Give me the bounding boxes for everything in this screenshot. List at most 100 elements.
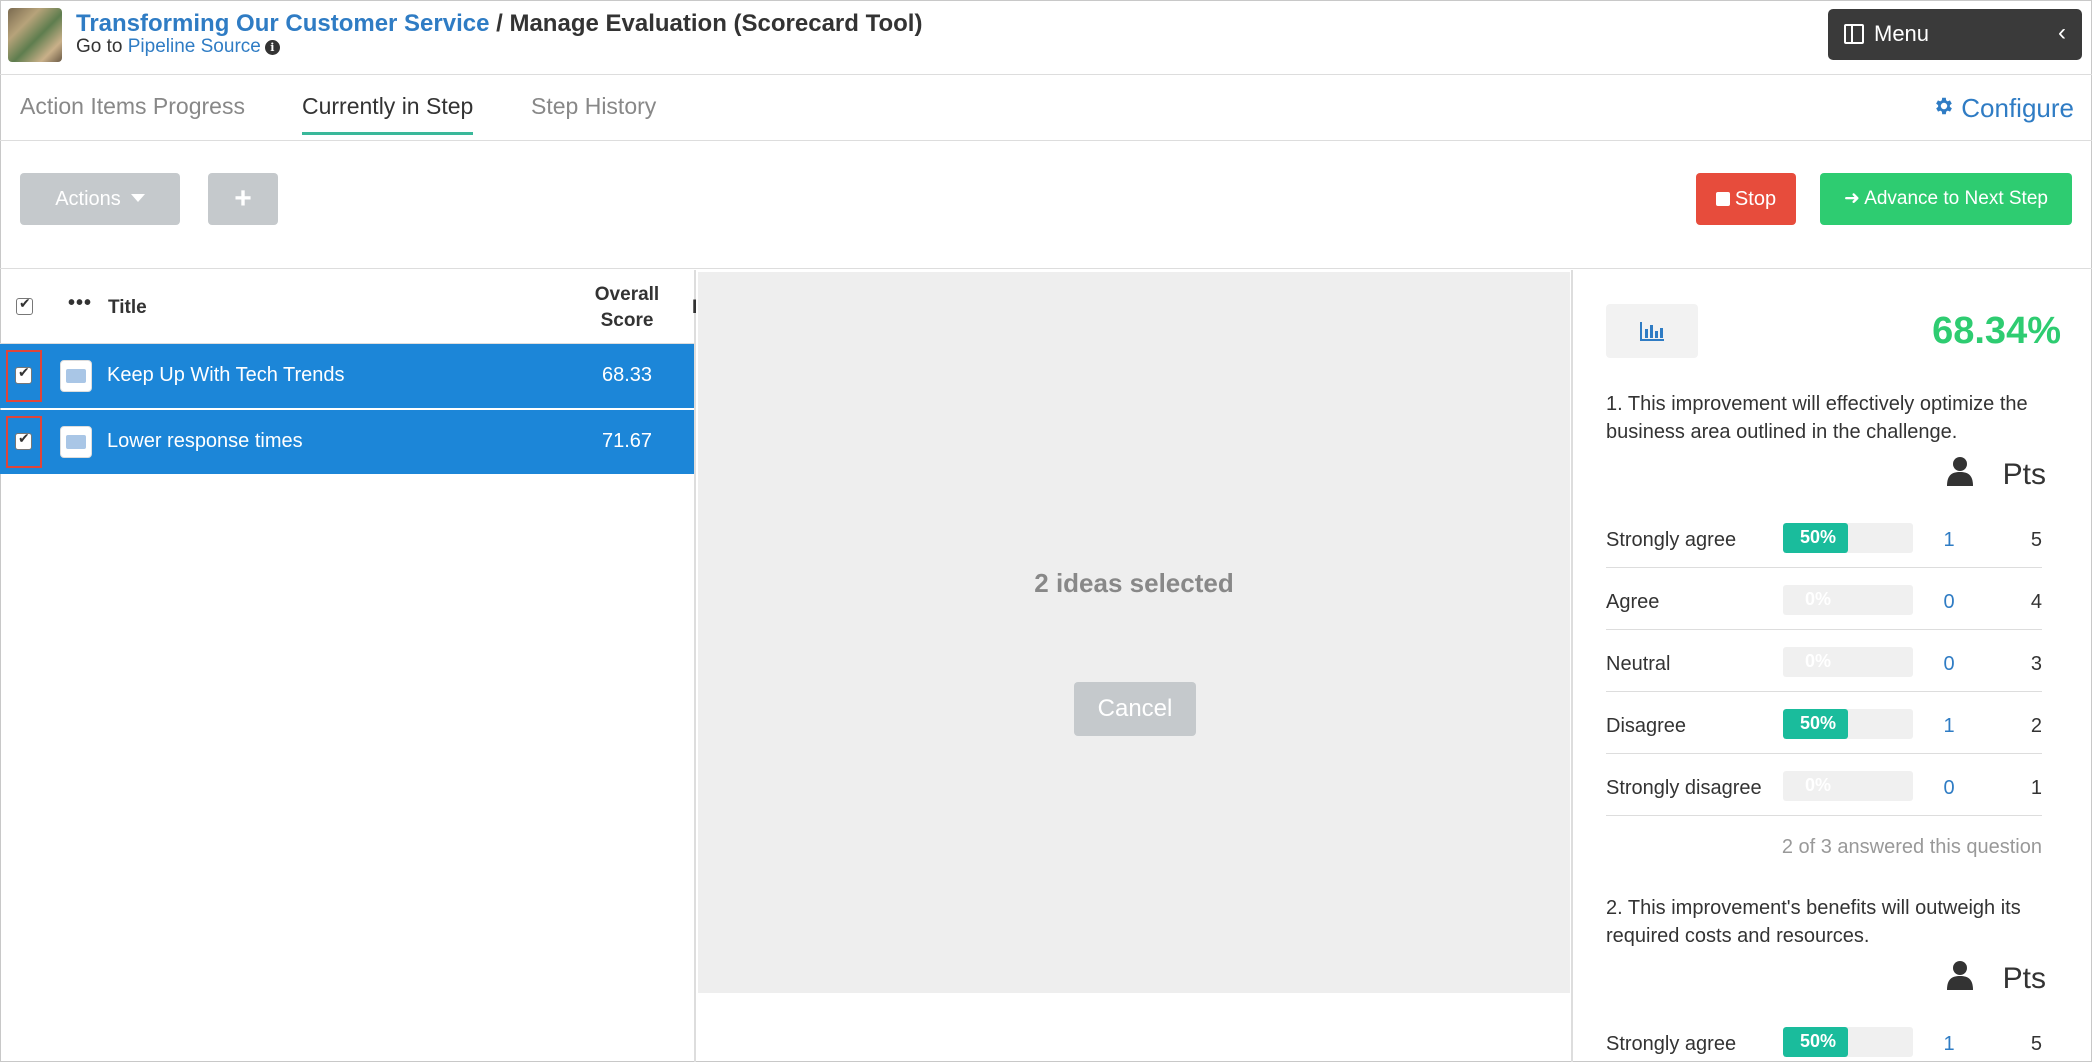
actions-dropdown-button[interactable]: Actions xyxy=(20,173,180,225)
toolbar: Actions + Stop ➜ Advance to Next Step xyxy=(0,141,2092,269)
stop-label: Stop xyxy=(1734,188,1777,210)
actions-label: Actions xyxy=(55,188,121,210)
option-points: 5 xyxy=(2030,1033,2042,1055)
tab-currently-in-step[interactable]: Currently in Step xyxy=(302,93,474,135)
select-all-checkbox[interactable] xyxy=(16,296,33,315)
table-row[interactable]: Lower response times 71.67 xyxy=(0,410,694,474)
score-header-line1: Overall xyxy=(594,284,660,305)
pipeline-source-link[interactable]: Pipeline Source xyxy=(128,36,261,57)
tab-action-items-progress[interactable]: Action Items Progress xyxy=(20,93,245,132)
question-text: 1. This improvement will effectively opt… xyxy=(1606,393,2028,443)
option-percent: 0% xyxy=(1804,775,1831,795)
answered-summary: 2 of 3 answered this question xyxy=(1781,836,2042,858)
option-count-link[interactable]: 0 xyxy=(1934,777,1964,800)
column-header-title[interactable]: Title xyxy=(108,297,147,319)
advance-label: Advance to Next Step xyxy=(1864,188,2048,209)
menu-label: Menu xyxy=(1874,21,1930,46)
pts-header: Pts xyxy=(2002,962,2046,995)
answer-option: Strongly disagree 0% 0 1 xyxy=(1606,754,2042,816)
answer-option: Disagree 50% 1 2 xyxy=(1606,692,2042,754)
option-percent: 50% xyxy=(1799,1031,1837,1051)
option-label: Strongly agree xyxy=(1606,1033,1737,1055)
question-columns-header: Pts xyxy=(1606,960,2046,1002)
option-points: 5 xyxy=(2030,529,2042,551)
ideas-list: ••• Title Overall Score I Keep Up With T… xyxy=(0,270,698,1062)
answer-option: Agree 0% 0 4 xyxy=(1606,568,2042,630)
challenge-logo xyxy=(8,8,62,62)
info-icon[interactable]: i xyxy=(264,40,280,55)
bar-chart-icon xyxy=(1640,322,1664,341)
option-progress-bar: 0% xyxy=(1783,585,1913,615)
page-header: Transforming Our Customer Service / Mana… xyxy=(0,0,2092,75)
configure-label: Configure xyxy=(1961,93,2074,123)
option-label: Agree xyxy=(1606,591,1660,613)
title-separator: / xyxy=(489,10,510,37)
menu-button[interactable]: Menu ‹ xyxy=(1828,9,2082,60)
option-percent: 50% xyxy=(1799,713,1837,733)
option-points: 1 xyxy=(2030,777,2042,799)
user-icon xyxy=(1947,961,1973,990)
option-percent: 0% xyxy=(1804,651,1831,671)
option-count-link[interactable]: 0 xyxy=(1934,653,1964,676)
option-label: Neutral xyxy=(1606,653,1671,675)
question-columns-header: Pts xyxy=(1606,456,2046,498)
option-percent: 0% xyxy=(1804,589,1831,609)
option-label: Disagree xyxy=(1606,715,1687,737)
row-score: 71.67 xyxy=(601,430,653,452)
option-percent: 50% xyxy=(1799,527,1837,547)
option-label: Strongly disagree xyxy=(1606,777,1762,799)
chart-toggle-button[interactable] xyxy=(1606,304,1698,358)
row-title[interactable]: Keep Up With Tech Trends xyxy=(107,364,345,387)
caret-down-icon xyxy=(130,194,145,202)
advance-next-step-button[interactable]: ➜ Advance to Next Step xyxy=(1820,173,2072,225)
list-header: ••• Title Overall Score I xyxy=(0,270,698,344)
row-checkbox[interactable] xyxy=(15,431,32,450)
more-options-icon[interactable]: ••• xyxy=(68,292,92,315)
row-checkbox[interactable] xyxy=(15,365,32,384)
row-title[interactable]: Lower response times xyxy=(107,430,303,453)
tab-step-history[interactable]: Step History xyxy=(531,93,656,132)
scorecard-panel: 68.34% 1. This improvement will effectiv… xyxy=(1571,270,2092,1062)
goto-line: Go to Pipeline Source i xyxy=(76,36,280,58)
selection-panel: 2 ideas selected Cancel xyxy=(698,272,1570,993)
goto-prefix: Go to xyxy=(76,36,128,57)
user-icon xyxy=(1947,457,1973,486)
tab-bar: Action Items Progress Currently in Step … xyxy=(0,75,2092,141)
idea-thumbnail xyxy=(60,360,92,392)
configure-link[interactable]: Configure xyxy=(1933,93,2074,124)
option-points: 3 xyxy=(2030,653,2042,675)
page-title-text: Manage Evaluation (Scorecard Tool) xyxy=(509,10,923,37)
stop-button[interactable]: Stop xyxy=(1696,173,1796,225)
stop-icon xyxy=(1715,192,1730,206)
row-score: 68.33 xyxy=(601,364,653,386)
option-points: 2 xyxy=(2030,715,2042,737)
pts-header: Pts xyxy=(2002,458,2046,491)
column-header-overall-score[interactable]: Overall Score xyxy=(582,282,672,334)
challenge-title-link[interactable]: Transforming Our Customer Service xyxy=(76,10,489,37)
option-count-link[interactable]: 0 xyxy=(1934,591,1964,614)
answer-option: Strongly agree 50% 1 5 xyxy=(1606,506,2042,568)
cancel-button[interactable]: Cancel xyxy=(1074,682,1196,736)
option-progress-bar: 50% xyxy=(1783,709,1913,739)
gear-icon xyxy=(1936,97,1953,115)
option-progress-bar: 0% xyxy=(1783,771,1913,801)
option-label: Strongly agree xyxy=(1606,529,1737,551)
answer-option: Strongly agree 50% 1 5 xyxy=(1606,1010,2042,1062)
page-title: Transforming Our Customer Service / Mana… xyxy=(76,10,922,38)
option-count-link[interactable]: 1 xyxy=(1934,529,1964,552)
chevron-left-icon: ‹ xyxy=(2058,19,2066,46)
sidebar-panel-icon xyxy=(1844,24,1864,44)
arrow-right-icon: ➜ xyxy=(1844,188,1865,209)
table-row[interactable]: Keep Up With Tech Trends 68.33 xyxy=(0,344,694,408)
overall-score-percent: 68.34% xyxy=(1932,310,2061,352)
option-progress-bar: 50% xyxy=(1783,523,1913,553)
option-count-link[interactable]: 1 xyxy=(1934,715,1964,738)
score-header-line2: Score xyxy=(600,310,654,331)
column-header-truncated: I xyxy=(692,297,698,318)
selection-count-text: 2 ideas selected xyxy=(1034,568,1234,598)
add-button[interactable]: + xyxy=(208,173,278,225)
option-progress-bar: 50% xyxy=(1783,1027,1913,1057)
option-points: 4 xyxy=(2030,591,2042,613)
option-progress-bar: 0% xyxy=(1783,647,1913,677)
option-count-link[interactable]: 1 xyxy=(1934,1033,1964,1056)
